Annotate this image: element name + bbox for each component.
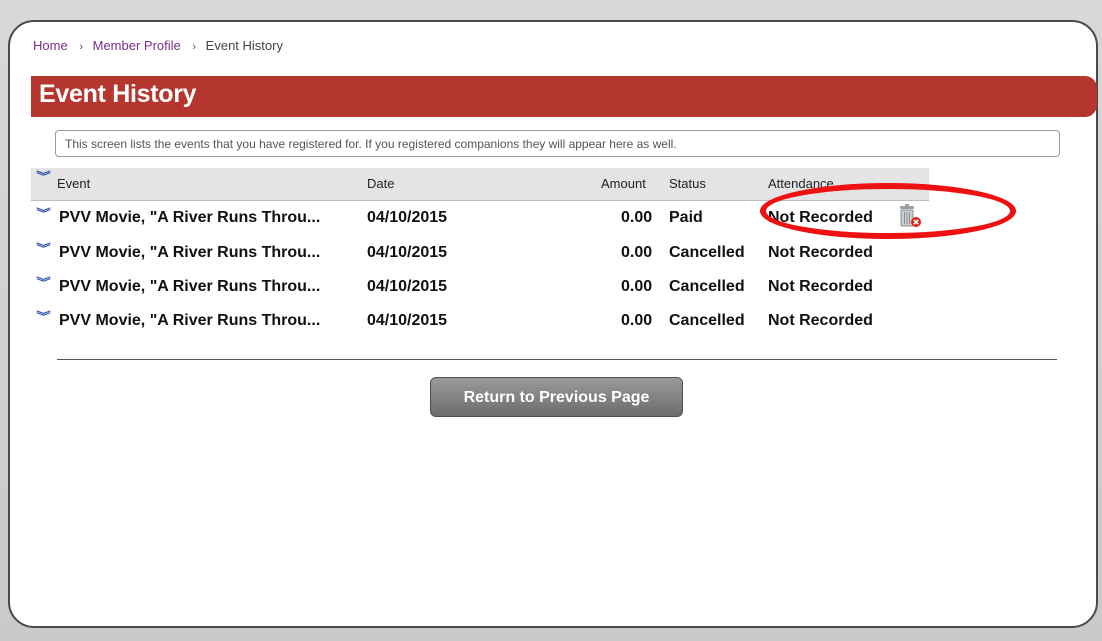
row-date: 04/10/2015 xyxy=(367,209,448,226)
row-event[interactable]: PVV Movie, "A River Runs Throu... xyxy=(59,209,320,227)
row-event[interactable]: PVV Movie, "A River Runs Throu... xyxy=(59,312,320,330)
row-attendance: Not Recorded xyxy=(768,209,873,226)
header-status[interactable]: Status xyxy=(669,176,706,191)
row-date: 04/10/2015 xyxy=(367,244,448,261)
row-status: Cancelled xyxy=(669,244,745,261)
header-amount[interactable]: Amount xyxy=(601,176,646,191)
breadcrumb-member-profile-link[interactable]: Member Profile xyxy=(93,38,181,53)
expand-all-icon[interactable]: ︾ xyxy=(36,172,50,183)
expand-row-icon[interactable]: ︾ xyxy=(36,278,50,289)
trash-delete-icon[interactable] xyxy=(897,203,923,229)
title-bar: Event History xyxy=(31,76,1097,117)
table-row: ︾ PVV Movie, "A River Runs Throu... 04/1… xyxy=(31,236,929,270)
row-attendance: Not Recorded xyxy=(768,278,873,295)
table-header: ︾ Event Date Amount Status Attendance xyxy=(31,168,929,201)
breadcrumb-home-link[interactable]: Home xyxy=(33,38,68,53)
row-date: 04/10/2015 xyxy=(367,312,448,329)
table-row: ︾ PVV Movie, "A River Runs Throu... 04/1… xyxy=(31,304,929,338)
row-amount: 0.00 xyxy=(621,244,653,261)
row-status: Paid xyxy=(669,209,703,226)
breadcrumb-current: Event History xyxy=(205,38,283,53)
expand-row-icon[interactable]: ︾ xyxy=(36,244,50,255)
divider xyxy=(57,359,1057,360)
row-attendance: Not Recorded xyxy=(768,312,873,329)
row-status: Cancelled xyxy=(669,278,745,295)
row-attendance: Not Recorded xyxy=(768,244,873,261)
breadcrumb-separator-icon: › xyxy=(192,41,197,53)
return-to-previous-page-button[interactable]: Return to Previous Page xyxy=(430,377,683,417)
expand-row-icon[interactable]: ︾ xyxy=(36,312,50,323)
info-message: This screen lists the events that you ha… xyxy=(55,130,1060,157)
breadcrumb: Home › Member Profile › Event History xyxy=(33,38,283,53)
row-event[interactable]: PVV Movie, "A River Runs Throu... xyxy=(59,244,320,262)
row-amount: 0.00 xyxy=(621,209,653,226)
row-amount: 0.00 xyxy=(621,312,653,329)
row-status: Cancelled xyxy=(669,312,745,329)
row-date: 04/10/2015 xyxy=(367,278,448,295)
expand-row-icon[interactable]: ︾ xyxy=(36,209,50,220)
table-row: ︾ PVV Movie, "A River Runs Throu... 04/1… xyxy=(31,201,929,235)
page-title: Event History xyxy=(39,80,197,108)
table-row: ︾ PVV Movie, "A River Runs Throu... 04/1… xyxy=(31,270,929,304)
breadcrumb-separator-icon: › xyxy=(79,41,83,53)
header-date[interactable]: Date xyxy=(367,176,394,191)
header-event[interactable]: Event xyxy=(57,176,90,191)
row-event[interactable]: PVV Movie, "A River Runs Throu... xyxy=(59,278,320,296)
row-amount: 0.00 xyxy=(621,278,653,295)
header-attendance[interactable]: Attendance xyxy=(768,176,834,191)
